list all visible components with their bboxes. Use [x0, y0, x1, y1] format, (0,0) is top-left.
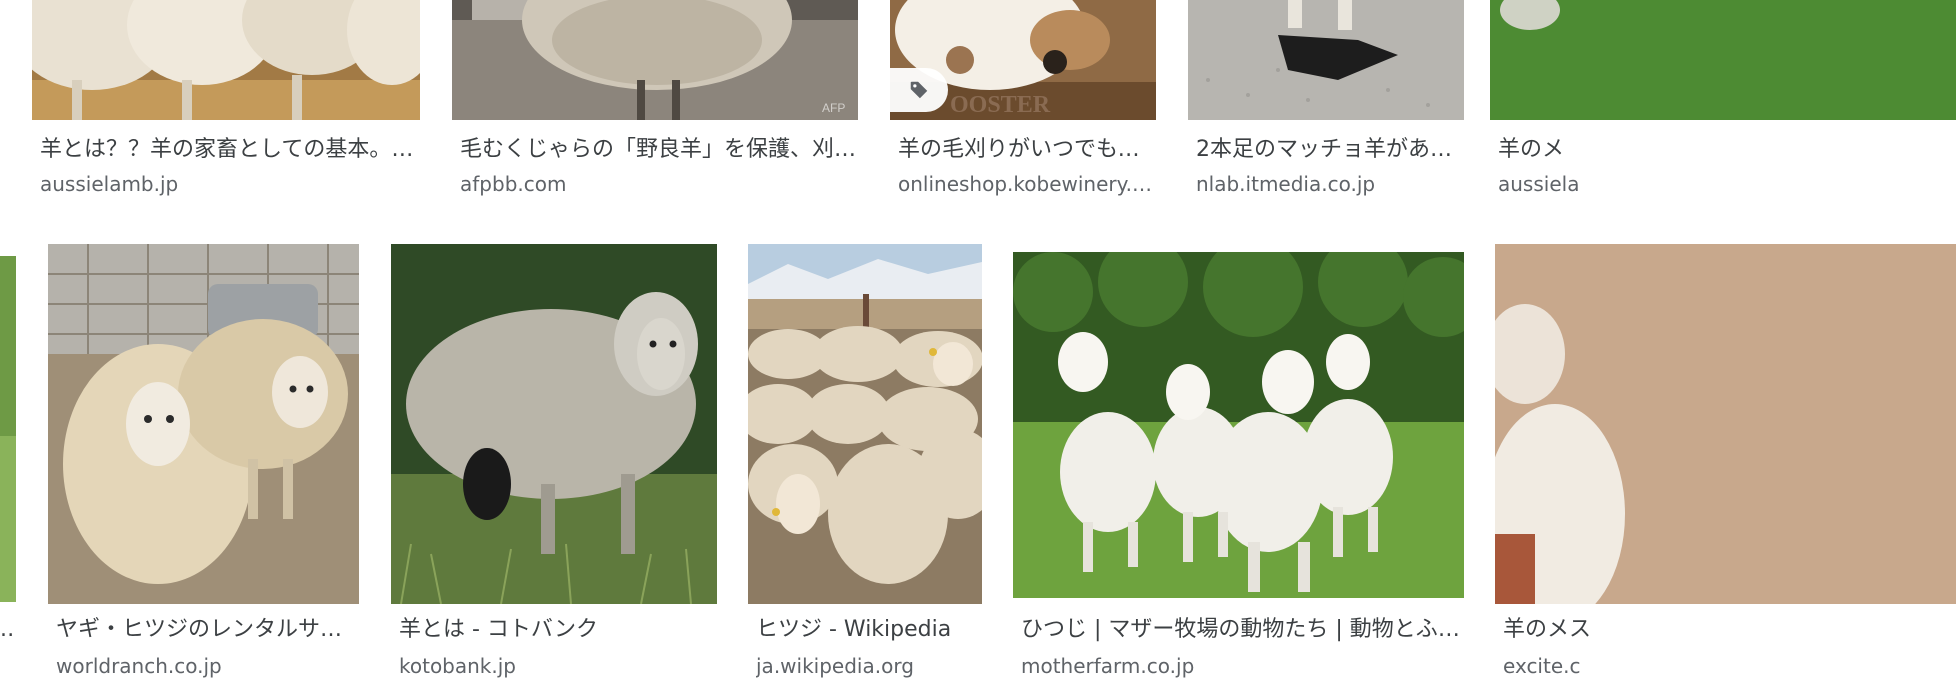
result-card[interactable]: 羊のメ aussiela [1490, 0, 1956, 196]
sign-text: OOSTER [950, 92, 1051, 118]
result-thumbnail[interactable] [748, 244, 982, 604]
result-thumbnail[interactable] [1013, 252, 1464, 598]
result-card[interactable]: ひつじ | マザー牧場の動物たち | 動物とふれあう... motherfarm… [1013, 244, 1472, 690]
result-card[interactable]: 羊とは - コトバンク kotobank.jp [391, 244, 725, 690]
result-thumbnail[interactable] [391, 244, 717, 604]
result-thumbnail[interactable] [0, 256, 16, 602]
result-source[interactable]: worldranch.co.jp [56, 654, 364, 678]
result-thumbnail[interactable] [1188, 0, 1464, 120]
result-card[interactable]: AFP 毛むくじゃらの「野良羊」を保護、刈り取... afpbb.com [452, 0, 866, 196]
result-card[interactable]: OOSTER 羊の毛刈りがいつでもどこ... onlineshop.kobewi… [890, 0, 1164, 196]
image-results-grid: 羊とは？？羊の家畜としての基本。来歴... aussielamb.jp AFP … [0, 0, 1956, 690]
result-caption[interactable]: 2本足のマッチョ羊があら... [1196, 136, 1468, 164]
tag-icon[interactable] [890, 68, 948, 112]
result-caption[interactable]: ヒツジ - Wikipedia [756, 616, 986, 644]
result-source[interactable]: aussiela [1498, 172, 1952, 196]
result-card[interactable]: ヒツジ - Wikipedia ja.wikipedia.org [748, 244, 990, 690]
result-source[interactable]: aussielamb.jp [40, 172, 424, 196]
result-caption[interactable]: 羊とは - コトバンク [399, 616, 721, 644]
result-card[interactable]: 2本足のマッチョ羊があら... nlab.itmedia.co.jp [1188, 0, 1472, 196]
result-caption[interactable]: 毛むくじゃらの「野良羊」を保護、刈り取... [460, 136, 862, 164]
result-card[interactable]: 羊とは？？羊の家畜としての基本。来歴... aussielamb.jp [32, 0, 428, 196]
result-thumbnail[interactable] [1490, 0, 1956, 120]
result-caption[interactable]: ヤギ・ヒツジのレンタルサービ... [56, 616, 364, 644]
result-caption[interactable]: 羊のメ [1498, 136, 1952, 164]
result-caption[interactable]: 羊の毛刈りがいつでもどこ... [898, 136, 1160, 164]
result-thumbnail[interactable] [1495, 244, 1956, 604]
result-caption[interactable]: ... [0, 616, 16, 644]
result-caption[interactable]: 羊のメス [1503, 616, 1952, 644]
result-thumbnail[interactable] [48, 244, 359, 604]
result-caption[interactable]: 羊とは？？羊の家畜としての基本。来歴... [40, 136, 424, 164]
result-source[interactable]: nlab.itmedia.co.jp [1196, 172, 1468, 196]
result-source[interactable]: ja.wikipedia.org [756, 654, 986, 678]
result-thumbnail[interactable]: AFP [452, 0, 858, 120]
result-source[interactable]: afpbb.com [460, 172, 862, 196]
result-source[interactable]: onlineshop.kobewinery.or.jp [898, 172, 1160, 196]
result-card[interactable]: ヤギ・ヒツジのレンタルサービ... worldranch.co.jp [48, 244, 368, 690]
result-source[interactable]: kotobank.jp [399, 654, 721, 678]
watermark-text: AFP [822, 101, 845, 115]
result-source[interactable]: excite.c [1503, 654, 1952, 678]
result-caption[interactable]: ひつじ | マザー牧場の動物たち | 動物とふれあう... [1021, 616, 1468, 644]
result-source[interactable]: motherfarm.co.jp [1021, 654, 1468, 678]
result-card[interactable]: ... [0, 244, 20, 664]
result-thumbnail[interactable] [32, 0, 420, 120]
result-card[interactable]: 羊のメス excite.c [1495, 244, 1956, 690]
result-thumbnail[interactable]: OOSTER [890, 0, 1156, 120]
